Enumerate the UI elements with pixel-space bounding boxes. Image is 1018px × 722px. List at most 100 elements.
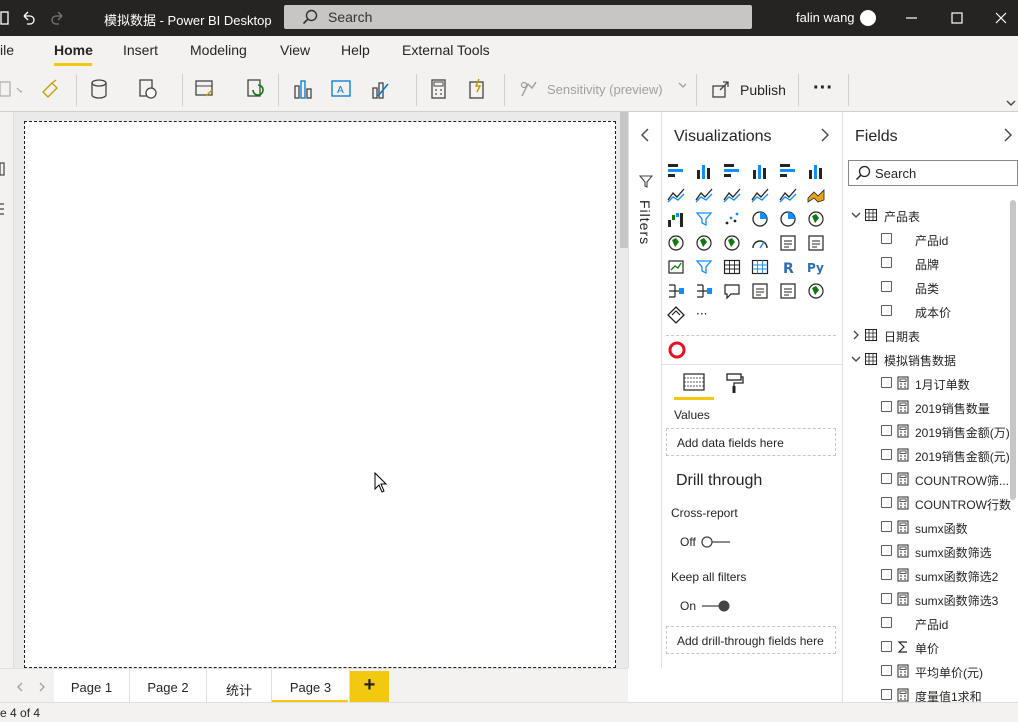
new-visual-icon[interactable] (292, 78, 314, 100)
quick-measure-icon[interactable] (466, 78, 488, 100)
page-tab-3[interactable]: Page 3 (272, 669, 350, 703)
treemap-icon[interactable] (807, 210, 825, 228)
chevron-down-icon[interactable] (851, 354, 861, 364)
field-table[interactable]: 日期表 (843, 324, 1018, 348)
field-checkbox[interactable] (881, 569, 892, 580)
collapse-ribbon-icon[interactable] (1006, 100, 1016, 108)
report-view-icon[interactable] (0, 162, 6, 176)
line-column-icon[interactable] (751, 186, 769, 204)
field-item[interactable]: 产品id (843, 228, 1018, 252)
minimize-icon[interactable] (902, 8, 922, 28)
redo-icon[interactable] (50, 10, 66, 26)
field-checkbox[interactable] (881, 641, 892, 652)
python-visual-icon[interactable]: Py (807, 258, 825, 276)
chevron-left-icon[interactable] (16, 682, 24, 692)
shape-map-icon[interactable] (723, 234, 741, 252)
field-checkbox[interactable] (881, 305, 892, 316)
scatter-icon[interactable] (723, 210, 741, 228)
waterfall-icon[interactable] (667, 210, 685, 228)
transform-data-icon[interactable] (194, 78, 216, 100)
sensitivity-label[interactable]: Sensitivity (preview) (547, 82, 663, 97)
custom-visual-icon[interactable] (667, 340, 687, 360)
app-menu-icon[interactable] (0, 11, 10, 25)
field-checkbox[interactable] (881, 449, 892, 460)
field-item[interactable]: 2019销售金额(元) (843, 444, 1018, 468)
field-item[interactable]: 单价 (843, 636, 1018, 660)
refresh-icon[interactable] (245, 78, 267, 100)
tab-file[interactable]: ile (0, 42, 14, 58)
tab-view[interactable]: View (280, 42, 310, 58)
tab-insert[interactable]: Insert (123, 42, 158, 58)
recent-sources-icon[interactable] (138, 78, 160, 100)
publish-button[interactable]: Publish (740, 82, 786, 98)
field-item[interactable]: sumx函数 (843, 516, 1018, 540)
user-name[interactable]: falin wang (796, 10, 855, 25)
clustered-column-icon[interactable] (751, 162, 769, 180)
field-item[interactable]: COUNTROW筛... (843, 468, 1018, 492)
field-checkbox[interactable] (881, 281, 892, 292)
more-visuals-icon[interactable]: ··· (695, 306, 713, 324)
fields-tab-icon[interactable] (682, 372, 706, 394)
tab-help[interactable]: Help (341, 42, 370, 58)
field-table[interactable]: 产品表 (843, 204, 1018, 228)
new-measure-icon[interactable] (428, 78, 450, 100)
paste-icon[interactable] (0, 78, 22, 100)
ribbon-chart-icon[interactable] (807, 186, 825, 204)
clustered-bar-icon[interactable] (723, 162, 741, 180)
100-column-icon[interactable] (807, 162, 825, 180)
line-clustered-icon[interactable] (779, 186, 797, 204)
field-checkbox[interactable] (881, 665, 892, 676)
map-icon[interactable] (667, 234, 685, 252)
avatar[interactable] (859, 9, 877, 27)
funnel-icon[interactable] (695, 210, 713, 228)
field-item[interactable]: sumx函数筛选2 (843, 564, 1018, 588)
filled-map-icon[interactable] (695, 234, 713, 252)
canvas-scrollbar[interactable] (620, 112, 628, 248)
data-view-icon[interactable] (0, 202, 6, 218)
field-item[interactable]: 平均单价(元) (843, 660, 1018, 684)
pie-icon[interactable] (751, 210, 769, 228)
area-chart-icon[interactable] (695, 186, 713, 204)
multirow-card-icon[interactable] (807, 234, 825, 252)
format-paint-roller-icon[interactable] (724, 372, 746, 394)
gauge-icon[interactable] (751, 234, 769, 252)
100-bar-icon[interactable] (779, 162, 797, 180)
drill-through-drop-zone[interactable]: Add drill-through fields here (666, 626, 836, 654)
kpi-icon[interactable] (667, 258, 685, 276)
arcgis-icon[interactable] (807, 282, 825, 300)
field-checkbox[interactable] (881, 545, 892, 556)
field-checkbox[interactable] (881, 617, 892, 628)
slicer-icon[interactable] (695, 258, 713, 276)
field-item[interactable]: 品牌 (843, 252, 1018, 276)
matrix-icon[interactable] (751, 258, 769, 276)
chevron-left-icon[interactable] (640, 128, 650, 142)
cross-report-toggle[interactable] (700, 535, 732, 549)
field-checkbox[interactable] (881, 497, 892, 508)
format-painter-icon[interactable] (40, 78, 62, 100)
report-page[interactable] (24, 121, 616, 668)
tab-modeling[interactable]: Modeling (190, 42, 247, 58)
get-data-icon[interactable] (90, 78, 112, 100)
field-item[interactable]: COUNTROW行数 (843, 492, 1018, 516)
add-page-button[interactable]: + (350, 671, 389, 703)
maximize-icon[interactable] (947, 8, 967, 28)
field-item[interactable]: 成本价 (843, 300, 1018, 324)
table-icon[interactable] (723, 258, 741, 276)
card-icon[interactable] (779, 234, 797, 252)
fields-scrollbar[interactable] (1010, 200, 1016, 500)
more-options-button[interactable]: ··· (813, 77, 833, 100)
chevron-right-icon[interactable] (1003, 128, 1013, 142)
field-item[interactable]: sumx函数筛选 (843, 540, 1018, 564)
field-item[interactable]: 产品id (843, 612, 1018, 636)
text-box-icon[interactable]: A (330, 78, 352, 100)
chevron-down-icon[interactable] (851, 210, 861, 220)
tab-external-tools[interactable]: External Tools (402, 42, 490, 58)
qa-icon[interactable] (723, 282, 741, 300)
key-influencers-icon[interactable] (667, 282, 685, 300)
stacked-bar-icon[interactable] (667, 162, 685, 180)
paginated-icon[interactable] (779, 282, 797, 300)
fields-search-input[interactable]: Search (848, 160, 1018, 186)
undo-icon[interactable] (20, 10, 36, 26)
page-tab-stats[interactable]: 统计 (207, 669, 272, 703)
keep-filters-toggle[interactable] (700, 599, 732, 613)
